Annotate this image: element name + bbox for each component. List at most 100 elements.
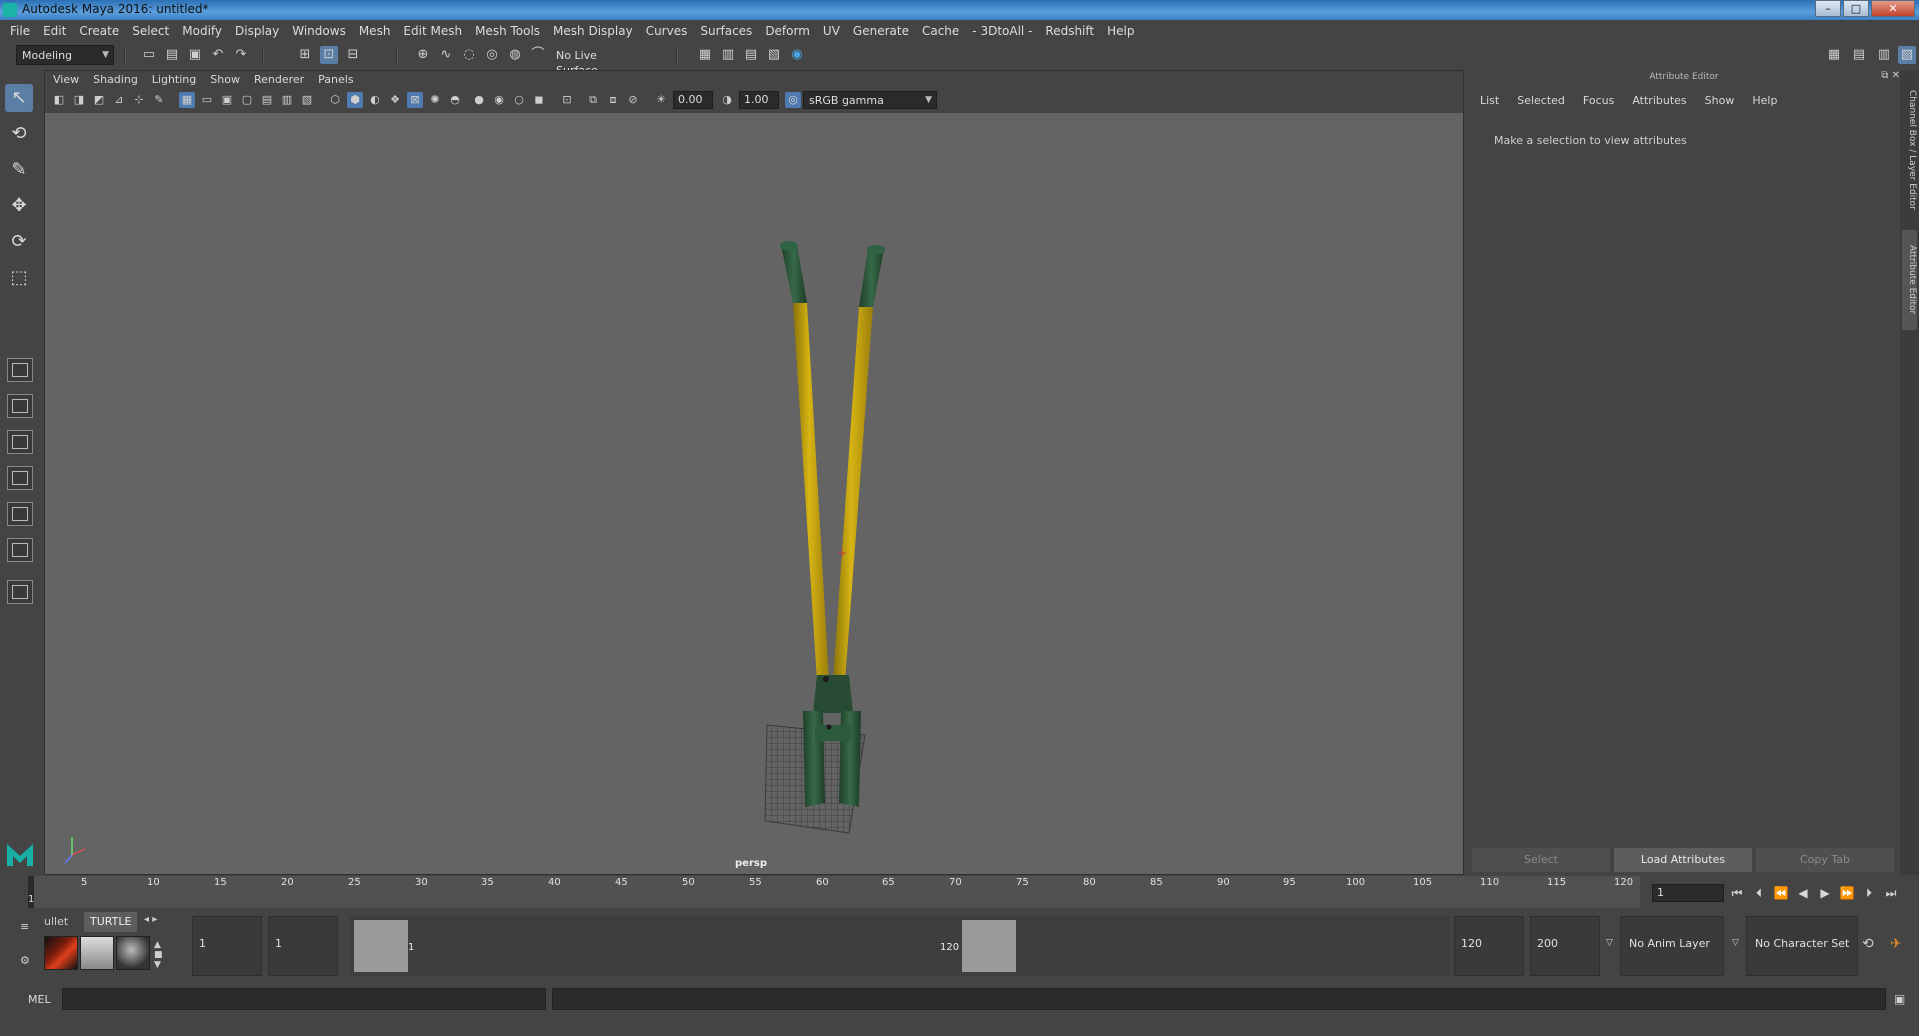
shelf-menu-icon[interactable]: ≡	[20, 920, 29, 933]
live-surface-field[interactable]: No Live Surface	[550, 45, 642, 77]
resolution-gate-icon[interactable]: ▣	[219, 92, 235, 108]
select-tool-icon[interactable]: ↖	[5, 84, 33, 112]
select-camera-icon[interactable]: ◧	[51, 92, 67, 108]
render-turtle-icon[interactable]	[44, 936, 78, 970]
range-start-handle[interactable]	[354, 920, 408, 972]
anim-layer-dropdown[interactable]: No Anim Layer	[1620, 916, 1724, 976]
shelf-tab-bullet[interactable]: ullet	[38, 912, 74, 932]
step-back-frame-icon[interactable]: ⏴	[1750, 884, 1768, 902]
four-view-layout-icon[interactable]	[7, 394, 33, 418]
ae-menu-selected[interactable]: Selected	[1517, 94, 1565, 107]
panel-menu-renderer[interactable]: Renderer	[254, 73, 304, 86]
load-attributes-button[interactable]: Load Attributes	[1614, 848, 1752, 872]
attribute-editor-toggle-icon[interactable]: ▤	[1850, 46, 1868, 64]
move-tool-icon[interactable]: ✥	[5, 192, 33, 220]
menu-deform[interactable]: Deform	[765, 24, 810, 38]
menu-mesh-display[interactable]: Mesh Display	[553, 24, 633, 38]
grid-toggle-icon[interactable]: ▦	[179, 92, 195, 108]
panel-menu-lighting[interactable]: Lighting	[152, 73, 196, 86]
render-view-icon[interactable]: ▧	[765, 46, 783, 64]
undo-icon[interactable]: ↶	[209, 46, 227, 64]
attribute-editor-tab[interactable]: Attribute Editor	[1902, 230, 1917, 330]
step-forward-key-icon[interactable]: ⏩	[1838, 884, 1856, 902]
menu-redshift[interactable]: Redshift	[1045, 24, 1094, 38]
safe-action-icon[interactable]: ▥	[279, 92, 295, 108]
depth-of-field-icon[interactable]: ◼	[531, 92, 547, 108]
ae-menu-attributes[interactable]: Attributes	[1632, 94, 1686, 107]
step-back-key-icon[interactable]: ⏪	[1772, 884, 1790, 902]
anim-start-field[interactable]: 1	[192, 916, 262, 976]
snap-grid-icon[interactable]: ⊕	[414, 46, 432, 64]
range-start-field[interactable]: 1	[268, 916, 338, 976]
shelf-settings-icon[interactable]: ⚙	[20, 954, 30, 967]
shelf-scroll-arrows[interactable]: ◂ ▸	[144, 914, 157, 925]
shadows-icon[interactable]: ◓	[447, 92, 463, 108]
wireframe-on-shaded-icon[interactable]: ◐	[367, 92, 383, 108]
motion-blur-icon[interactable]: ◉	[491, 92, 507, 108]
select-by-object-icon[interactable]: ⊡	[320, 46, 338, 64]
panel-menu-shading[interactable]: Shading	[93, 73, 138, 86]
snap-curve-icon[interactable]: ∿	[437, 46, 455, 64]
anim-end-field[interactable]: 200	[1530, 916, 1600, 976]
maximize-button[interactable]: □	[1843, 0, 1869, 17]
sphere-shader-icon[interactable]	[116, 936, 150, 970]
gamma-field[interactable]: 1.00	[739, 91, 779, 109]
bake-turtle-icon[interactable]	[80, 936, 114, 970]
menu-create[interactable]: Create	[79, 24, 119, 38]
menuset-dropdown[interactable]: Modeling ▼	[16, 45, 114, 65]
3d-viewport[interactable]: persp	[45, 113, 1463, 874]
menu-windows[interactable]: Windows	[292, 24, 346, 38]
menu-surfaces[interactable]: Surfaces	[700, 24, 752, 38]
panel-menu-panels[interactable]: Panels	[318, 73, 353, 86]
panel-menu-show[interactable]: Show	[210, 73, 240, 86]
select-by-component-icon[interactable]: ⊟	[344, 46, 362, 64]
ae-menu-list[interactable]: List	[1480, 94, 1499, 107]
script-editor-icon[interactable]: ▣	[1894, 992, 1905, 1006]
time-slider[interactable]: 1 5 10 15 20 25 30 35 40 45 50 55 60 65 …	[28, 876, 1640, 908]
xray-active-components-icon[interactable]: ⧈	[605, 92, 621, 108]
channel-box-toggle-icon[interactable]: ▧	[1898, 46, 1916, 64]
isolate-select-icon[interactable]: ⊡	[559, 92, 575, 108]
field-chart-icon[interactable]: ▤	[259, 92, 275, 108]
grease-pencil-icon[interactable]: ✎	[151, 92, 167, 108]
close-icon[interactable]: ⧉ ✕	[1881, 70, 1900, 81]
menu-uv[interactable]: UV	[823, 24, 840, 38]
ipr-render-icon[interactable]: ▤	[742, 46, 760, 64]
hypershade-icon[interactable]: ◉	[788, 46, 806, 64]
ae-menu-help[interactable]: Help	[1752, 94, 1777, 107]
menu-mesh-tools[interactable]: Mesh Tools	[475, 24, 540, 38]
camera-attributes-icon[interactable]: ◨	[71, 92, 87, 108]
paint-select-tool-icon[interactable]: ✎	[5, 156, 33, 184]
menu-3dtoall[interactable]: - 3DtoAll -	[972, 24, 1032, 38]
chevron-down-icon[interactable]: ▽	[1732, 938, 1739, 948]
menu-select[interactable]: Select	[132, 24, 169, 38]
xray-joints-icon[interactable]: ⧉	[585, 92, 601, 108]
render-settings-icon[interactable]: ▦	[696, 46, 714, 64]
view-transform-dropdown[interactable]: sRGB gamma ▼	[803, 91, 937, 109]
menu-generate[interactable]: Generate	[853, 24, 909, 38]
persp-graph-layout-icon[interactable]	[7, 466, 33, 490]
hypershade-layout-icon[interactable]	[7, 502, 33, 526]
exposure-icon[interactable]: ☀	[653, 92, 669, 108]
redo-icon[interactable]: ↷	[232, 46, 250, 64]
minimize-button[interactable]: –	[1815, 0, 1841, 17]
menu-file[interactable]: File	[10, 24, 30, 38]
shelf-scroll-icon[interactable]: ▲ ■ ▼	[154, 940, 163, 970]
film-gate-icon[interactable]: ▭	[199, 92, 215, 108]
current-frame-field[interactable]: 1	[1652, 884, 1724, 902]
backface-culling-icon[interactable]: ⊘	[625, 92, 641, 108]
wireframe-icon[interactable]: ⬡	[327, 92, 343, 108]
range-end-handle[interactable]	[962, 920, 1016, 972]
ae-menu-focus[interactable]: Focus	[1583, 94, 1614, 107]
go-to-end-icon[interactable]: ⏭	[1882, 884, 1900, 902]
safe-title-icon[interactable]: ▧	[299, 92, 315, 108]
bookmark-icon[interactable]: ◩	[91, 92, 107, 108]
go-to-start-icon[interactable]: ⏮	[1728, 884, 1746, 902]
color-management-icon[interactable]: ◎	[785, 92, 801, 108]
menu-cache[interactable]: Cache	[922, 24, 959, 38]
save-scene-icon[interactable]: ▣	[186, 46, 204, 64]
tool-settings-toggle-icon[interactable]: ▥	[1875, 46, 1893, 64]
panel-menu-view[interactable]: View	[53, 73, 79, 86]
range-end-field[interactable]: 120	[1454, 916, 1524, 976]
snap-point-icon[interactable]: ◌	[460, 46, 478, 64]
